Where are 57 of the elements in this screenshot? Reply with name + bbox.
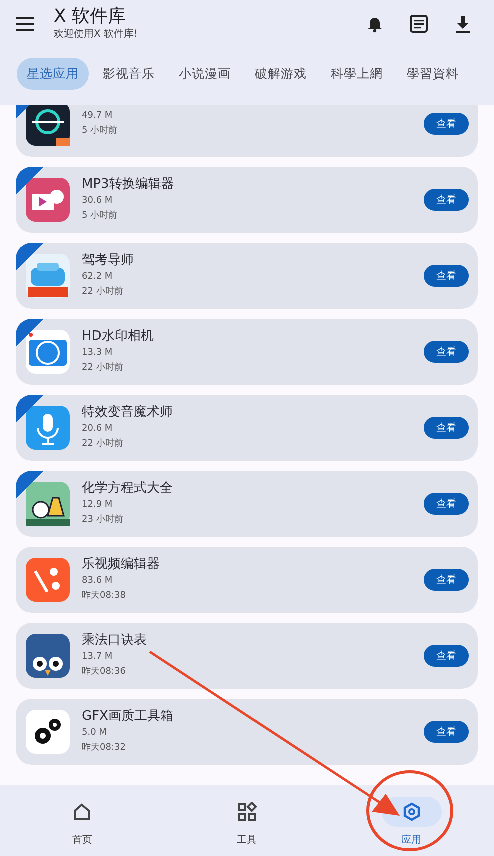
view-button[interactable]: 查看 [424, 341, 469, 363]
category-tab[interactable]: 影视音乐 [93, 58, 165, 90]
app-card[interactable]: HD水印相机 13.3 M 22 小时前 查看 [16, 319, 478, 385]
app-name: 乘法口诀表 [82, 632, 148, 650]
app-time: 22 小时前 [82, 286, 124, 299]
app-name: 特效变音魔术师 [82, 404, 174, 422]
app-time: 23 小时前 [82, 514, 124, 527]
cube-icon [402, 802, 422, 822]
view-button[interactable]: 查看 [424, 569, 469, 591]
app-name: GFX画质工具箱 [82, 708, 174, 726]
view-button[interactable]: 查看 [424, 493, 469, 515]
view-button[interactable]: 查看 [424, 645, 469, 667]
view-button[interactable]: 查看 [424, 113, 469, 135]
category-tab[interactable]: 學習資料 [397, 58, 469, 90]
app-time: 昨天08:36 [82, 666, 127, 679]
app-size: 49.7 M [82, 110, 114, 123]
home-icon [72, 802, 92, 822]
app-size: 62.2 M [82, 271, 114, 284]
app-name: HD水印相机 [82, 328, 155, 346]
app-card[interactable]: 特效变音魔术师 20.6 M 22 小时前 查看 [16, 395, 478, 461]
app-card[interactable]: 49.7 M 5 小时前 查看 [16, 105, 478, 157]
grid-icon [237, 802, 257, 822]
view-button[interactable]: 查看 [424, 189, 469, 211]
document-icon[interactable] [408, 13, 430, 35]
app-card[interactable]: 乐视频编辑器 83.6 M 昨天08:38 查看 [16, 547, 478, 613]
category-tab[interactable]: 小说漫画 [169, 58, 241, 90]
category-tab[interactable]: 科學上網 [321, 58, 393, 90]
app-time: 22 小时前 [82, 362, 124, 375]
nav-item[interactable]: 首页 [0, 785, 165, 856]
app-time: 5 小时前 [82, 210, 119, 223]
app-name: 化学方程式大全 [82, 480, 174, 498]
app-size: 13.7 M [82, 651, 114, 664]
view-button[interactable]: 查看 [424, 265, 469, 287]
app-time: 昨天08:38 [82, 590, 127, 603]
app-time: 5 小时前 [82, 124, 119, 138]
app-name: MP3转换编辑器 [82, 176, 176, 194]
app-name: 驾考导师 [82, 252, 135, 270]
app-card[interactable]: GFX画质工具箱 5.0 M 昨天08:32 查看 [16, 699, 478, 765]
app-size: 13.3 M [82, 347, 114, 360]
app-time: 22 小时前 [82, 438, 124, 451]
app-size: 20.6 M [82, 423, 114, 436]
app-size: 5.0 M [82, 727, 108, 740]
app-subtitle: 欢迎使用X 软件库! [54, 28, 140, 42]
app-size: 30.6 M [82, 195, 114, 208]
app-time: 昨天08:32 [82, 742, 127, 755]
app-card[interactable]: 乘法口诀表 13.7 M 昨天08:36 查看 [16, 623, 478, 689]
app-title: X 软件库 [54, 6, 128, 28]
app-size: 83.6 M [82, 575, 114, 588]
view-button[interactable]: 查看 [424, 417, 469, 439]
app-card[interactable]: MP3转换编辑器 30.6 M 5 小时前 查看 [16, 167, 478, 233]
app-card[interactable]: 化学方程式大全 12.9 M 23 小时前 查看 [16, 471, 478, 537]
nav-item[interactable]: 工具 [164, 785, 330, 856]
view-button[interactable]: 查看 [424, 721, 469, 743]
app-name: 乐视频编辑器 [82, 556, 161, 574]
category-tab[interactable]: 破解游戏 [245, 58, 317, 90]
app-size: 12.9 M [82, 499, 114, 512]
app-card[interactable]: 驾考导师 62.2 M 22 小时前 查看 [16, 243, 478, 309]
